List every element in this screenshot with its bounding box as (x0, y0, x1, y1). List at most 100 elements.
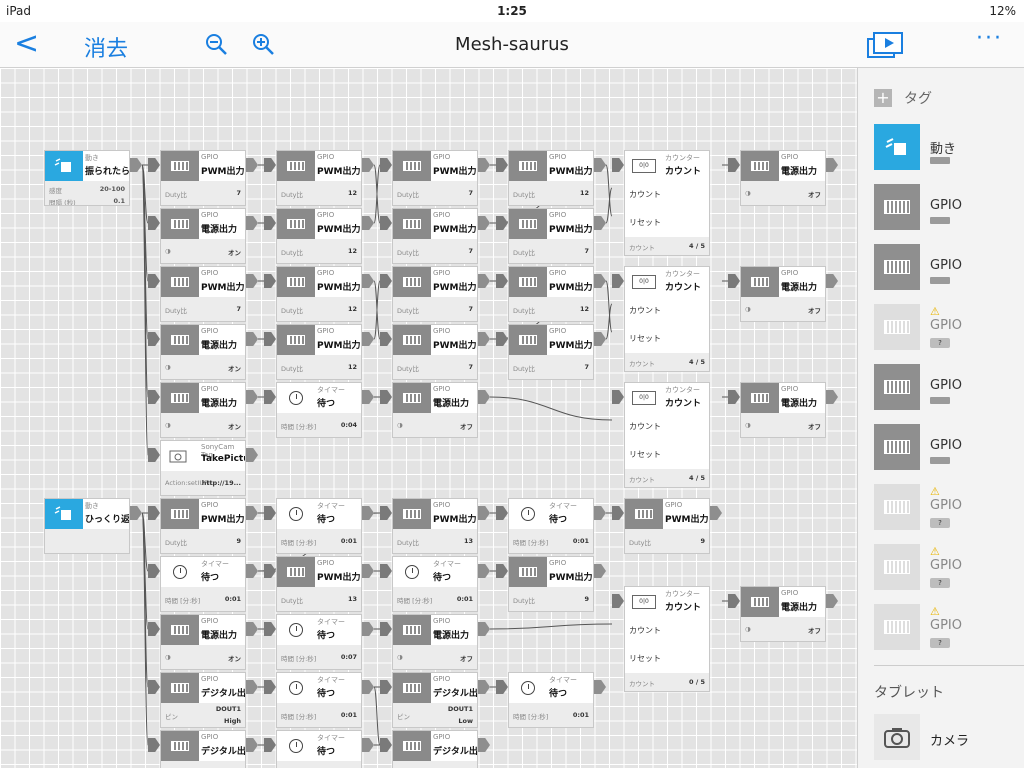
counter-block[interactable]: 0|0 カウンター カウント カウント リセット カウント 4 / 5 (624, 266, 710, 372)
gpio-block[interactable]: GPIO PWM出力 Duty比 7 (392, 266, 478, 322)
trigger-block[interactable]: 動きひっくり返... (44, 498, 130, 554)
zoom-out-icon[interactable] (205, 33, 229, 61)
tag-item[interactable]: 動き (874, 124, 1024, 170)
tag-item[interactable]: GPIO (874, 184, 1024, 230)
gpio-block[interactable]: GPIO PWM出力 Duty比 12 (276, 150, 362, 206)
timer-block[interactable]: タイマー 待つ 時間 [分:秒] 0:01 (392, 556, 478, 612)
block-header: タイマー 待つ (161, 557, 245, 587)
block-category: タイマー (201, 560, 229, 568)
block-header: GPIO 電源出力 (161, 615, 245, 645)
gpio-block[interactable]: GPIO 電源出力 ◑ オフ (740, 382, 826, 438)
param-value: 7 (468, 363, 473, 371)
back-button[interactable]: < (14, 26, 39, 61)
gpio-block[interactable]: GPIO PWM出力 Duty比 7 (392, 150, 478, 206)
block-name: TakePicture (201, 454, 245, 464)
param-label: カウント (629, 244, 655, 252)
timer-block[interactable]: タイマー待つ◑ (276, 730, 362, 768)
block-name: デジタル出力 (201, 747, 246, 757)
gpio-block[interactable]: GPIO デジタル出力ピンDOUT1 (392, 730, 478, 768)
recipe-canvas[interactable]: 動き 振られたら 感度 20-100 間隔 (秒) 0.1 GPIO PWM出力 Duty比 7 G… (0, 68, 857, 768)
gpio-icon (161, 731, 199, 761)
gpio-block[interactable]: GPIO PWM出力 Duty比 7 (160, 150, 246, 206)
gpio-glyph (403, 509, 421, 519)
gpio-block[interactable]: GPIO PWM出力 Duty比 12 (508, 266, 594, 322)
block-category: GPIO (549, 269, 567, 277)
battery-icon (930, 457, 950, 464)
tag-item[interactable]: GPIO (874, 244, 1024, 290)
param-value: 4 / 5 (689, 242, 705, 250)
gpio-icon (393, 615, 431, 645)
timer-block[interactable]: タイマー 待つ 時間 [分:秒] 0:01 (508, 498, 594, 554)
gpio-block[interactable]: GPIO 電源出力 ◑ オフ (740, 266, 826, 322)
gpio-block[interactable]: GPIO PWM出力 Duty比 12 (276, 266, 362, 322)
add-tag-button[interactable]: + (874, 89, 892, 107)
tablet-header: タブレット (874, 685, 944, 701)
gpio-glyph (403, 625, 421, 635)
zoom-in-icon[interactable] (252, 33, 276, 61)
gpio-block[interactable]: GPIO PWM出力 Duty比 7 (392, 208, 478, 264)
gpio-block[interactable]: GPIO 電源出力 ◑ オン (160, 614, 246, 670)
gpio-block[interactable]: GPIO 電源出力 ◑ オン (160, 208, 246, 264)
gpio-block[interactable]: GPIO PWM出力 Duty比 12 (508, 150, 594, 206)
wire (373, 280, 381, 340)
gpio-block[interactable]: GPIO デジタル出力ピン DOUT1 High (160, 672, 246, 728)
timer-block[interactable]: タイマー 待つ 時間 [分:秒] 0:01 (276, 498, 362, 554)
timer-block[interactable]: タイマー 待つ 時間 [分:秒] 0:07 (276, 614, 362, 670)
block-header: GPIO PWM出力 (277, 557, 361, 587)
block-header: GPIO PWM出力 (509, 151, 593, 181)
present-icon[interactable] (866, 31, 904, 63)
counter-block[interactable]: 0|0 カウンター カウント カウント リセット カウント 0 / 5 (624, 586, 710, 692)
block-header: タイマー 待つ (277, 383, 361, 413)
gpio-block[interactable]: GPIO PWM出力 Duty比 7 (508, 324, 594, 380)
trigger-block[interactable]: 動き 振られたら 感度 20-100 間隔 (秒) 0.1 (44, 150, 130, 206)
counter-block[interactable]: 0|0 カウンター カウント カウント リセット カウント 4 / 5 (624, 382, 710, 488)
timer-block[interactable]: タイマー 待つ 時間 [分:秒] 0:01 (276, 672, 362, 728)
timer-block[interactable]: タイマー 待つ 時間 [分:秒] 0:04 (276, 382, 362, 438)
more-button[interactable]: ··· (976, 26, 1003, 51)
gpio-glyph (287, 567, 305, 577)
gpio-block[interactable]: GPIO 電源出力 ◑ オン (160, 382, 246, 438)
param-value: 7 (468, 247, 473, 255)
gpio-icon (393, 673, 431, 703)
gpio-block[interactable]: GPIO PWM出力 Duty比 7 (392, 324, 478, 380)
camera-block[interactable]: SonyCam TagTakePictureAction:setIUFILhtt… (160, 440, 246, 496)
block-header: GPIO PWM出力 (161, 499, 245, 529)
timer-block[interactable]: タイマー 待つ 時間 [分:秒] 0:01 (160, 556, 246, 612)
gpio-block[interactable]: GPIO デジタル出力ピン DOUT1 Low (392, 672, 478, 728)
gpio-glyph (171, 393, 189, 403)
gpio-glyph (287, 277, 305, 287)
tag-item[interactable]: ⚠ GPIO? (874, 604, 1024, 650)
gpio-block[interactable]: GPIO PWM出力 Duty比 12 (276, 324, 362, 380)
block-footer: ◑ オフ (741, 413, 825, 437)
gpio-block[interactable]: GPIO 電源出力 ◑ オフ (392, 614, 478, 670)
gpio-block[interactable]: GPIO 電源出力 ◑ オフ (740, 586, 826, 642)
counter-block[interactable]: 0|0 カウンター カウント カウント リセット カウント 4 / 5 (624, 150, 710, 256)
gpio-block[interactable]: GPIO PWM出力 Duty比 9 (624, 498, 710, 554)
gpio-block[interactable]: GPIO PWM出力 Duty比 13 (276, 556, 362, 612)
gpio-block[interactable]: GPIO PWM出力 Duty比 9 (160, 498, 246, 554)
block-footer: 時間 [分:秒] 0:01 (393, 587, 477, 611)
tag-item[interactable]: GPIO (874, 424, 1024, 470)
camera-tag[interactable]: カメラ (874, 714, 1024, 760)
gpio-block[interactable]: GPIO デジタル出力ピンDOUT1 (160, 730, 246, 768)
gpio-block[interactable]: GPIO 電源出力 ◑ オン (160, 324, 246, 380)
tag-item[interactable]: ⚠ GPIO? (874, 484, 1024, 530)
counter-glyph: 0|0 (632, 275, 656, 289)
block-category: タイマー (317, 618, 345, 626)
gpio-block[interactable]: GPIO PWM出力 Duty比 12 (276, 208, 362, 264)
gpio-block[interactable]: GPIO PWM出力 Duty比 9 (508, 556, 594, 612)
block-footer: Duty比 7 (161, 181, 245, 205)
param-value: 12 (347, 189, 357, 197)
block-header: GPIO PWM出力 (277, 325, 361, 355)
clear-button[interactable]: 消去 (84, 31, 128, 63)
gpio-block[interactable]: GPIO PWM出力 Duty比 7 (160, 266, 246, 322)
count-input: カウント (629, 422, 661, 431)
gpio-block[interactable]: GPIO 電源出力 ◑ オフ (740, 150, 826, 206)
gpio-block[interactable]: GPIO PWM出力 Duty比 7 (508, 208, 594, 264)
tag-item[interactable]: ⚠ GPIO? (874, 544, 1024, 590)
tag-item[interactable]: GPIO (874, 364, 1024, 410)
gpio-block[interactable]: GPIO PWM出力 Duty比 13 (392, 498, 478, 554)
tag-item[interactable]: ⚠ GPIO? (874, 304, 1024, 350)
gpio-block[interactable]: GPIO 電源出力 ◑ オフ (392, 382, 478, 438)
timer-block[interactable]: タイマー 待つ 時間 [分:秒] 0:01 (508, 672, 594, 728)
